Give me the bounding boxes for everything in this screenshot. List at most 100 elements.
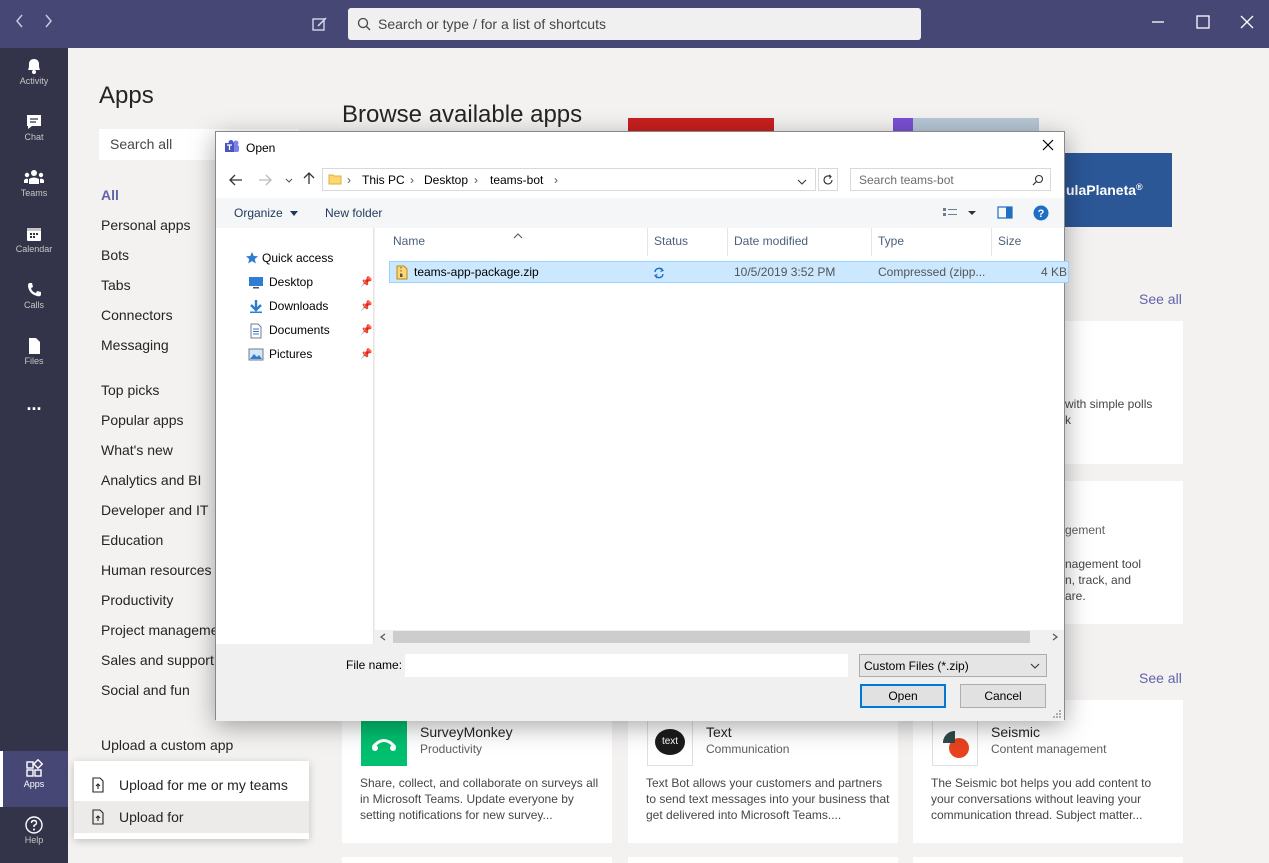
category-personal-apps[interactable]: Personal apps xyxy=(101,217,191,233)
category-social-fun[interactable]: Social and fun xyxy=(101,682,190,698)
pin-icon[interactable]: 📌 xyxy=(360,301,372,312)
featured-banner-ulaplaneta[interactable]: ulaPlaneta® xyxy=(1064,153,1172,227)
desktop-icon xyxy=(249,277,263,289)
minimize-icon[interactable] xyxy=(1150,14,1170,34)
file-row[interactable]: teams-app-package.zip 10/5/2019 3:52 PM … xyxy=(389,261,1069,283)
recent-locations-icon[interactable] xyxy=(285,173,293,191)
category-human-resources[interactable]: Human resources xyxy=(101,562,212,578)
app-card-partial[interactable] xyxy=(913,857,1183,863)
column-header-name[interactable]: Name xyxy=(393,234,425,254)
app-card-text[interactable]: text Text Communication Text Bot allows … xyxy=(628,700,898,843)
rail-item-help[interactable]: Help xyxy=(0,807,68,863)
text-logo-icon: text xyxy=(647,720,693,766)
help-icon[interactable]: ? xyxy=(1033,205,1049,224)
scrollbar-thumb[interactable] xyxy=(393,631,1030,643)
pin-icon[interactable]: 📌 xyxy=(360,325,372,336)
up-arrow-icon[interactable] xyxy=(303,171,315,190)
breadcrumb-item[interactable]: Desktop xyxy=(424,173,468,187)
category-bots[interactable]: Bots xyxy=(101,247,129,263)
upload-custom-app-link[interactable]: Upload a custom app xyxy=(101,737,233,753)
file-name-input[interactable] xyxy=(405,654,848,677)
back-arrow-icon[interactable] xyxy=(229,173,243,191)
category-popular-apps[interactable]: Popular apps xyxy=(101,412,184,428)
rail-item-chat[interactable]: Chat xyxy=(0,104,68,160)
file-type-select[interactable]: Custom Files (*.zip) xyxy=(859,654,1047,677)
scroll-right-icon[interactable] xyxy=(1052,633,1058,641)
column-header-status[interactable]: Status xyxy=(654,234,688,254)
app-card-partial[interactable]: with simple polls k xyxy=(1064,321,1183,464)
nav-label: Documents xyxy=(269,323,330,337)
column-divider[interactable] xyxy=(727,228,728,256)
more-apps-icon[interactable]: ... xyxy=(0,394,68,424)
forward-icon[interactable] xyxy=(42,13,54,34)
open-button[interactable]: Open xyxy=(860,684,946,708)
folder-search-input[interactable]: Search teams-bot xyxy=(850,168,1051,191)
see-all-link[interactable]: See all xyxy=(1139,670,1182,686)
rail-label: Help xyxy=(24,835,44,845)
column-divider[interactable] xyxy=(871,228,872,256)
column-header-date[interactable]: Date modified xyxy=(734,234,808,254)
open-file-dialog: Open › This PC › Desktop › teams-bot › S… xyxy=(215,131,1069,721)
refresh-icon[interactable] xyxy=(818,168,838,191)
breadcrumb-item[interactable]: This PC xyxy=(362,173,405,187)
preview-pane-icon[interactable] xyxy=(997,206,1013,223)
app-card-partial[interactable]: gement nagement tool n, track, and are. xyxy=(1064,481,1183,624)
app-card-surveymonkey[interactable]: SurveyMonkey Productivity Share, collect… xyxy=(342,700,612,843)
category-top-picks[interactable]: Top picks xyxy=(101,382,159,398)
category-productivity[interactable]: Productivity xyxy=(101,592,173,608)
app-card-partial[interactable] xyxy=(342,857,612,863)
category-developer-it[interactable]: Developer and IT xyxy=(101,502,208,518)
app-category: Communication xyxy=(706,742,790,756)
pin-icon[interactable]: 📌 xyxy=(360,349,372,360)
category-project-management[interactable]: Project management xyxy=(101,622,230,638)
document-icon xyxy=(250,323,262,339)
featured-banner-red[interactable] xyxy=(628,118,774,132)
category-tabs[interactable]: Tabs xyxy=(101,277,131,293)
see-all-link[interactable]: See all xyxy=(1139,291,1182,307)
rail-item-calendar[interactable]: Calendar xyxy=(0,216,68,272)
rail-item-files[interactable]: Files xyxy=(0,328,68,384)
address-row: › This PC › Desktop › teams-bot › Search… xyxy=(216,162,1064,198)
category-whats-new[interactable]: What's new xyxy=(101,442,173,458)
category-analytics-bi[interactable]: Analytics and BI xyxy=(101,472,201,488)
nav-label: Pictures xyxy=(269,347,313,361)
forward-arrow-icon[interactable] xyxy=(258,173,272,191)
featured-banner-purple[interactable] xyxy=(893,118,1039,132)
app-name: Text xyxy=(706,724,732,740)
close-icon[interactable] xyxy=(1239,14,1259,34)
category-connectors[interactable]: Connectors xyxy=(101,307,173,323)
rail-item-teams[interactable]: Teams xyxy=(0,160,68,216)
column-divider[interactable] xyxy=(647,228,648,256)
address-bar[interactable]: › This PC › Desktop › teams-bot › xyxy=(322,168,816,191)
category-education[interactable]: Education xyxy=(101,532,163,548)
new-folder-button[interactable]: New folder xyxy=(325,206,382,220)
category-messaging[interactable]: Messaging xyxy=(101,337,169,353)
upload-for-item[interactable]: Upload for xyxy=(74,801,309,833)
search-input[interactable]: Search or type / for a list of shortcuts xyxy=(348,8,921,40)
app-card-seismic[interactable]: Seismic Content management The Seismic b… xyxy=(913,700,1183,843)
rail-item-activity[interactable]: Activity xyxy=(0,48,68,104)
address-dropdown-icon[interactable] xyxy=(797,175,807,189)
app-card-partial[interactable] xyxy=(628,857,898,863)
compose-icon[interactable] xyxy=(311,15,329,38)
rail-item-calls[interactable]: Calls xyxy=(0,272,68,328)
category-sales-support[interactable]: Sales and support xyxy=(101,652,214,668)
breadcrumb-item[interactable]: teams-bot xyxy=(490,173,543,187)
resize-grip-icon[interactable] xyxy=(1052,709,1062,719)
back-icon[interactable] xyxy=(14,13,26,34)
pin-icon[interactable]: 📌 xyxy=(360,277,372,288)
maximize-icon[interactable] xyxy=(1195,14,1215,34)
rail-label: Calendar xyxy=(15,244,53,254)
column-header-type[interactable]: Type xyxy=(878,234,904,254)
upload-for-me-or-teams-item[interactable]: Upload for me or my teams xyxy=(74,769,309,801)
rail-item-apps[interactable]: Apps xyxy=(0,751,68,807)
horizontal-scrollbar[interactable] xyxy=(375,630,1064,644)
close-icon[interactable] xyxy=(1042,138,1054,156)
view-options-icon[interactable] xyxy=(942,206,976,223)
column-header-size[interactable]: Size xyxy=(998,234,1021,254)
column-divider[interactable] xyxy=(991,228,992,256)
category-all[interactable]: All xyxy=(101,187,119,203)
cancel-button[interactable]: Cancel xyxy=(960,684,1046,708)
organize-button[interactable]: Organize xyxy=(234,206,299,220)
scroll-left-icon[interactable] xyxy=(380,633,386,641)
